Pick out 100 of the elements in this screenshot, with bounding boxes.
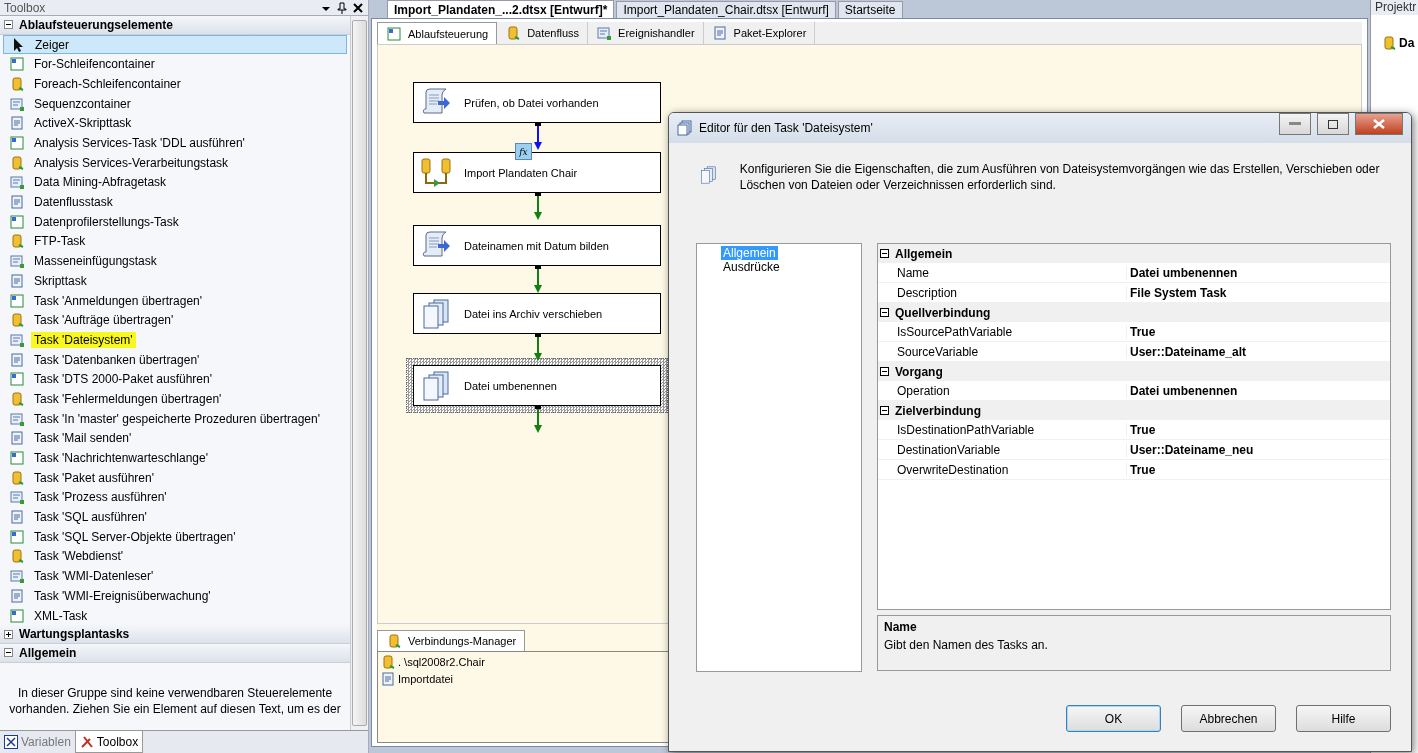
property-value[interactable]: User::Dateiname_alt <box>1127 344 1247 359</box>
property-value[interactable]: True <box>1127 324 1156 339</box>
document-icon <box>380 671 396 687</box>
task-node[interactable]: Datei ins Archiv verschieben <box>413 293 661 334</box>
toolbox-item[interactable]: Task 'WMI-Datenleser' <box>3 566 347 586</box>
category-header[interactable]: Vorgang <box>878 362 1390 381</box>
property-value[interactable]: True <box>1127 462 1156 477</box>
panel-tab[interactable]: Toolbox <box>74 731 144 753</box>
document-icon <box>9 430 25 447</box>
panel-title: Projektr <box>1371 0 1418 15</box>
property-value[interactable]: Datei umbenennen <box>1127 383 1238 398</box>
panel-tab[interactable]: Verbindungs-Manager <box>377 630 526 651</box>
database-icon <box>380 654 396 670</box>
toolbox-item[interactable]: Task 'Paket ausführen' <box>3 467 347 488</box>
collapse-icon[interactable] <box>880 308 889 317</box>
connector-arrow[interactable] <box>532 406 544 434</box>
dialog-button[interactable]: Hilfe <box>1296 705 1391 732</box>
group-header[interactable]: Wartungsplantasks <box>0 625 350 645</box>
designer-tab[interactable]: Datenfluss <box>497 22 589 44</box>
category-header[interactable]: Allgemein <box>878 244 1390 263</box>
toolbox-item[interactable]: Task 'Webdienst' <box>3 546 347 567</box>
connection-item[interactable]: . \sql2008r2.Chair <box>380 654 485 670</box>
toolbox-item[interactable]: Analysis Services-Verarbeitungstask <box>3 152 347 173</box>
property-name: IsSourcePathVariable <box>878 324 1127 339</box>
group-header[interactable]: Allgemein <box>0 644 350 663</box>
toolbox-item[interactable]: Sequenzcontainer <box>3 93 347 114</box>
document-tab[interactable]: Import_Plandaten_...2.dtsx [Entwurf]* <box>387 0 615 18</box>
toolbox-item[interactable]: Analysis Services-Task 'DDL ausführen' <box>3 133 347 153</box>
scrollbar[interactable] <box>350 16 368 730</box>
task-node[interactable]: Dateinamen mit Datum bilden <box>413 225 661 266</box>
collapse-icon[interactable] <box>880 249 889 258</box>
task-node[interactable]: Datei umbenennen <box>406 358 668 413</box>
toolbox-item[interactable]: ActiveX-Skripttask <box>3 113 347 134</box>
panel-tab[interactable]: Variablen <box>0 731 75 753</box>
toolbox-item[interactable]: FTP-Task <box>3 231 347 252</box>
toolbox-item[interactable]: Task 'In 'master' gespeicherte Prozeduren übertragen' <box>3 408 347 429</box>
help-text: Gibt den Namen des Tasks an. <box>884 638 1049 652</box>
toolbox-item[interactable]: Task 'Aufträge übertragen' <box>3 310 347 331</box>
toolbox-item[interactable]: Zeiger <box>3 34 347 55</box>
collapse-icon[interactable] <box>880 406 889 415</box>
collapse-icon[interactable] <box>4 648 13 658</box>
pin-icon[interactable] <box>336 1 348 14</box>
close-icon[interactable] <box>352 1 364 14</box>
toolbox-item[interactable]: Task 'Dateisystem' <box>3 330 347 350</box>
collapse-icon[interactable] <box>880 367 889 376</box>
document-tab[interactable]: Startseite <box>837 1 903 18</box>
group-header[interactable]: Ablaufsteuerungselemente <box>0 16 350 35</box>
toolbox-item[interactable]: Data Mining-Abfragetask <box>3 172 347 193</box>
toolbox-item[interactable]: Foreach-Schleifencontainer <box>3 74 347 94</box>
document-icon <box>9 351 25 368</box>
expression-badge[interactable]: fx <box>515 143 532 160</box>
connection-item[interactable]: Importdatei <box>380 671 454 687</box>
document-icon <box>9 272 25 289</box>
toolbox-item[interactable]: Masseneinfügungstask <box>3 251 347 271</box>
category-header[interactable]: Quellverbindung <box>878 303 1390 322</box>
dialog-title: Editor für den Task 'Dateisystem' <box>699 121 874 135</box>
task-node[interactable]: Prüfen, ob Datei vorhanden <box>413 82 661 123</box>
toolbox-item[interactable]: Task 'Datenbanken übertragen' <box>3 349 347 370</box>
toolbox-item[interactable]: Task 'SQL Server-Objekte übertragen' <box>3 526 347 547</box>
category-header[interactable]: Zielverbindung <box>878 401 1390 420</box>
property-value[interactable]: User::Dateiname_neu <box>1127 442 1254 457</box>
database-icon <box>9 469 25 486</box>
dialog-button[interactable]: OK <box>1066 705 1161 732</box>
page-item[interactable]: Ausdrücke <box>721 260 782 274</box>
document-tab[interactable]: Import_Plandaten_Chair.dtsx [Entwurf] <box>616 1 836 18</box>
minimize-button[interactable] <box>1279 113 1311 135</box>
toolbox-item[interactable]: Datenflusstask <box>3 192 347 212</box>
tree-item[interactable]: Da <box>1371 15 1418 51</box>
toolbox-item[interactable]: Datenprofilerstellungs-Task <box>3 211 347 232</box>
toolbox-item[interactable]: Task 'Prozess ausführen' <box>3 487 347 508</box>
connector-arrow[interactable] <box>532 193 544 221</box>
container-icon <box>386 25 402 42</box>
connector-arrow[interactable] <box>532 334 544 362</box>
toolbox-item[interactable]: Task 'SQL ausführen' <box>3 507 347 527</box>
toolbox-item[interactable]: Task 'WMI-Ereignisüberwachung' <box>3 586 347 606</box>
connector-arrow[interactable] <box>532 266 544 294</box>
dialog-button[interactable]: Abbrechen <box>1181 705 1276 732</box>
toolbox-item[interactable]: Task 'Fehlermeldungen übertragen' <box>3 389 347 409</box>
designer-tab[interactable]: Paket-Explorer <box>703 22 816 44</box>
close-button[interactable] <box>1355 113 1403 135</box>
property-value[interactable]: True <box>1127 422 1156 437</box>
toolbox-item[interactable]: Task 'Mail senden' <box>3 428 347 449</box>
toolbox-item[interactable]: For-Schleifencontainer <box>3 54 347 75</box>
toolbox-item[interactable]: Task 'Nachrichtenwarteschlange' <box>3 448 347 468</box>
toolbox-item[interactable]: Task 'Anmeldungen übertragen' <box>3 290 347 311</box>
minimize-icon <box>1289 122 1301 126</box>
toolbox-item[interactable]: Skripttask <box>3 271 347 291</box>
document-icon <box>9 115 25 132</box>
expand-icon[interactable] <box>4 629 13 639</box>
help-title: Name <box>884 620 918 634</box>
designer-tab[interactable]: Ablaufsteuerung <box>377 22 498 44</box>
designer-tab[interactable]: Ereignishandler <box>588 22 704 44</box>
property-value[interactable]: File System Task <box>1127 285 1227 300</box>
connector-arrow[interactable] <box>532 123 544 151</box>
property-value[interactable]: Datei umbenennen <box>1127 265 1238 280</box>
toolbox-item[interactable]: Task 'DTS 2000-Paket ausführen' <box>3 369 347 390</box>
toolbox-item[interactable]: XML-Task <box>3 605 347 626</box>
property-name: Description <box>878 285 1127 300</box>
maximize-button[interactable] <box>1317 113 1349 135</box>
collapse-icon[interactable] <box>4 20 13 30</box>
